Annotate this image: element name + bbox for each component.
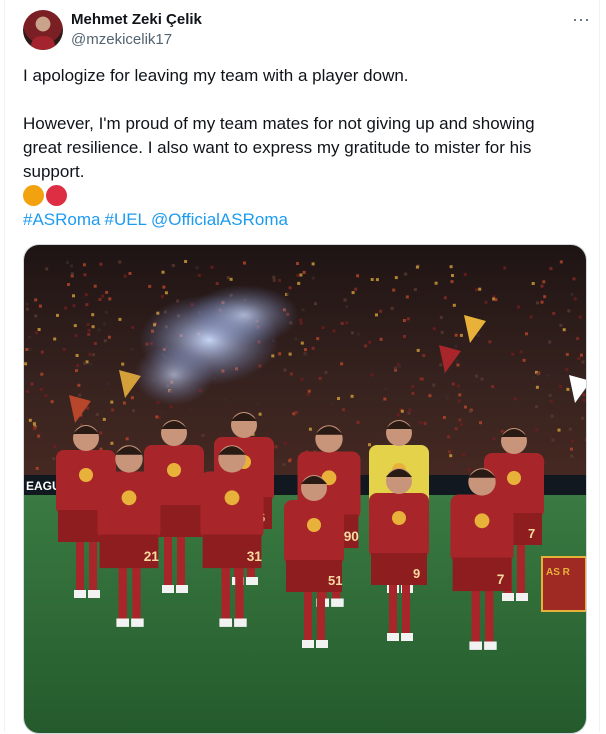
shirt-number: 90 (344, 529, 360, 544)
red-circle-icon (46, 185, 67, 206)
tweet-card: Mehmet Zeki Çelik @mzekicelik17 ··· I ap… (4, 0, 600, 734)
more-horizontal-icon[interactable]: ··· (569, 10, 593, 34)
tweet-line-1: I apologize for leaving my team with a p… (23, 66, 409, 85)
shirt-number: 21 (144, 549, 160, 564)
emoji-row (23, 185, 69, 207)
tweet-header: Mehmet Zeki Çelik @mzekicelik17 ··· (23, 10, 593, 50)
corner-flag-text: AS R (546, 567, 571, 578)
tweet-text: I apologize for leaving my team with a p… (23, 64, 563, 184)
mention-officialasroma[interactable]: @OfficialASRoma (151, 210, 288, 229)
shirt-number: 7 (528, 526, 535, 541)
shirt-number: 7 (497, 572, 505, 587)
hashtag-row: #ASRoma #UEL @OfficialASRoma (23, 208, 292, 232)
display-name[interactable]: Mehmet Zeki Çelik (71, 11, 202, 28)
ad-board-text: EAGU (26, 479, 61, 493)
shirt-number: 9 (413, 566, 420, 581)
hashtag-uel[interactable]: #UEL (104, 210, 147, 229)
team-photo-illustration: EAGU AS R 690721315197 (24, 245, 586, 733)
shirt-number: 31 (247, 549, 263, 564)
orange-circle-icon (23, 185, 44, 206)
shirt-number: 51 (328, 573, 342, 588)
corner-flag (541, 556, 586, 612)
user-handle[interactable]: @mzekicelik17 (71, 31, 172, 48)
hashtag-asroma[interactable]: #ASRoma (23, 210, 100, 229)
tweet-line-2: However, I'm proud of my team mates for … (23, 114, 535, 181)
avatar[interactable] (23, 10, 63, 50)
team-photo[interactable]: EAGU AS R 690721315197 (23, 244, 587, 734)
